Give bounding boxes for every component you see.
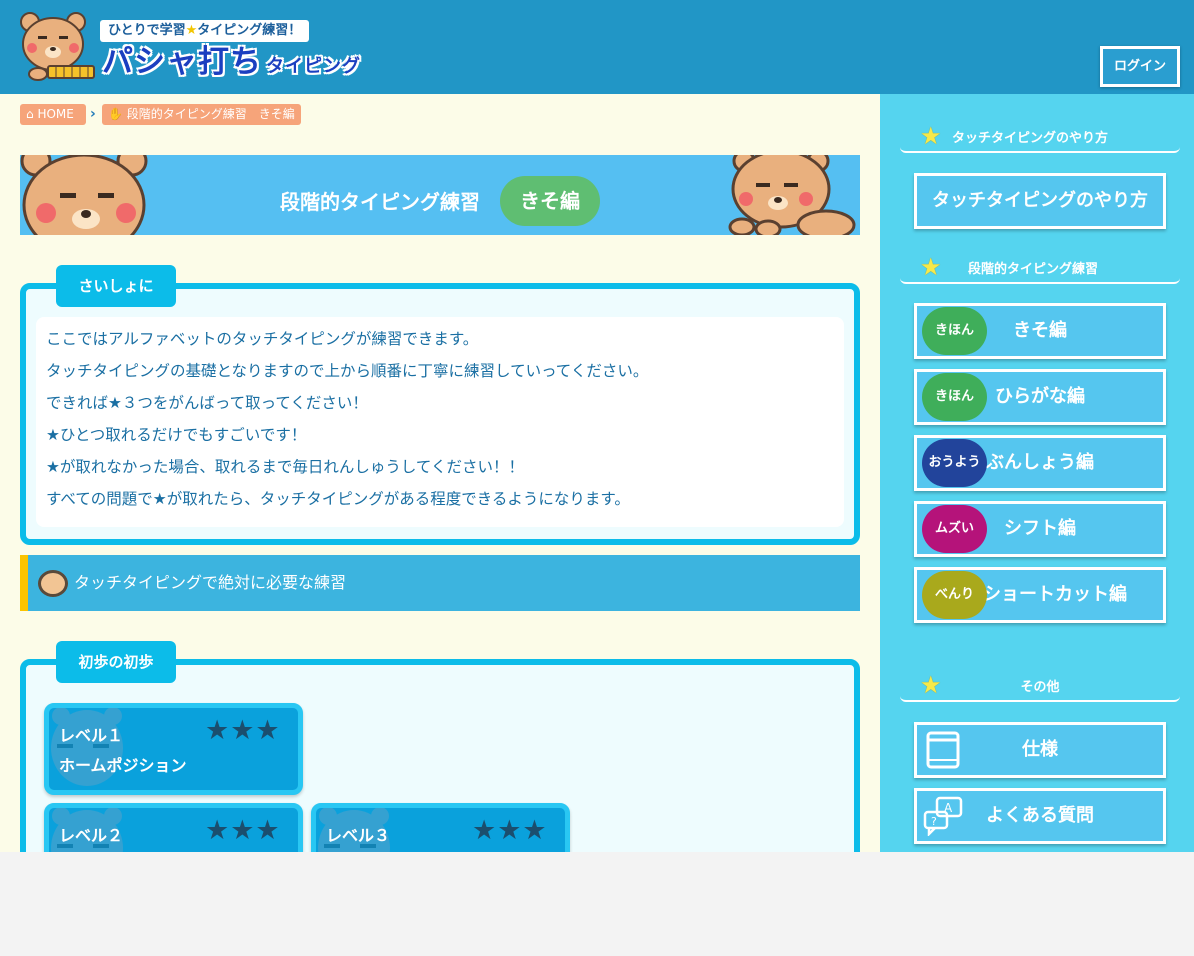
star-icon: ★	[920, 122, 942, 150]
star-icon: ★	[920, 253, 942, 281]
basics-panel-tab: 初歩の初歩	[56, 641, 176, 683]
difficulty-badge: きほん	[922, 307, 987, 355]
intro-line: ★が取れなかった場合、取れるまで毎日れんしゅうしてください！！	[46, 458, 524, 476]
bear-mascot-logo-icon	[20, 12, 95, 81]
sidebar-item-kiso[interactable]: きそ編 きほん	[914, 303, 1166, 359]
sidebar-item-shift[interactable]: シフト編 ムズい	[914, 501, 1166, 557]
sidebar-spec-button[interactable]: 仕様	[914, 722, 1166, 778]
level-number: レベル２	[59, 826, 124, 845]
level-number: レベル１	[59, 726, 124, 745]
main-content: ⌂ HOME › ✋ 段階的タイピング練習 きそ編 段階的タイピング練習 きそ編…	[0, 94, 880, 852]
sidebar-button-label: 仕様	[1022, 739, 1058, 760]
difficulty-badge: べんり	[922, 571, 987, 619]
level-card-3[interactable]: レベル３ ★★★	[311, 803, 570, 852]
intro-panel: ここではアルファベットのタッチタイピングが練習できます。 タッチタイピングの基礎…	[20, 283, 860, 545]
section-heading: タッチタイピングで絶対に必要な練習	[20, 555, 860, 611]
section-heading-text: タッチタイピングで絶対に必要な練習	[74, 573, 347, 592]
basics-panel: レベル１ ホームポジション ★★★ レベル２ ★★★ レベル３ ★★★	[20, 659, 860, 852]
level-number: レベル３	[326, 826, 391, 845]
breadcrumb-current: ✋ 段階的タイピング練習 きそ編	[102, 104, 301, 125]
difficulty-badge: ムズい	[922, 505, 987, 553]
sidebar-item-shortcut[interactable]: ショートカット編 べんり	[914, 567, 1166, 623]
level-card-2[interactable]: レベル２ ★★★	[44, 803, 303, 852]
sidebar-heading-text: 段階的タイピング練習	[968, 262, 1099, 277]
sidebar-heading-steps: ★ 段階的タイピング練習	[900, 244, 1180, 284]
intro-panel-tab: さいしょに	[56, 265, 176, 307]
bear-mascot-right-icon	[728, 155, 856, 235]
sidebar-heading-touch: ★ タッチタイピングのやり方	[900, 113, 1180, 153]
course-pill: きそ編	[500, 176, 600, 226]
sidebar: ★ タッチタイピングのやり方 タッチタイピングのやり方 ★ 段階的タイピング練習…	[880, 94, 1194, 852]
breadcrumb-home-label: HOME	[37, 107, 74, 121]
logo-title-sub: タイピング	[266, 56, 361, 77]
sidebar-touch-typing-button[interactable]: タッチタイピングのやり方	[914, 173, 1166, 229]
sidebar-button-label: タッチタイピングのやり方	[932, 190, 1148, 211]
breadcrumb-current-label: 段階的タイピング練習 きそ編	[126, 107, 295, 121]
intro-line: すべての問題で★が取れたら、タッチタイピングがある程度できるようになります。	[46, 490, 630, 508]
page-title: 段階的タイピング練習	[280, 190, 480, 214]
chevron-right-icon: ›	[90, 106, 96, 122]
star-icon: ★	[185, 23, 198, 38]
sidebar-item-bunsho[interactable]: ぶんしょう編 おうよう	[914, 435, 1166, 491]
page-viewport: ひとりで学習★タイピング練習！ パシャ打ち タイピング ログイン ⌂ HOME ›…	[0, 0, 1194, 852]
difficulty-badge: きほん	[922, 373, 987, 421]
sidebar-faq-button[interactable]: A? よくある質問	[914, 788, 1166, 844]
breadcrumb-home-link[interactable]: ⌂ HOME	[20, 104, 86, 125]
login-button[interactable]: ログイン	[1100, 46, 1180, 87]
tagline-text-2: タイピング練習！	[197, 23, 302, 38]
star-rating-icon: ★★★	[205, 815, 281, 846]
intro-text-box: ここではアルファベットのタッチタイピングが練習できます。 タッチタイピングの基礎…	[36, 317, 844, 527]
hand-icon: ✋	[108, 107, 123, 121]
difficulty-badge: おうよう	[922, 439, 987, 487]
intro-line: できれば★３つをがんばって取ってください！	[46, 394, 368, 412]
tagline-text-1: ひとりで学習	[108, 23, 186, 38]
sidebar-button-label: よくある質問	[986, 805, 1094, 826]
logo-title-main: パシャ打ち	[102, 44, 262, 80]
sidebar-item-hiragana[interactable]: ひらがな編 きほん	[914, 369, 1166, 425]
intro-line: ★ひとつ取れるだけでもすごいです！	[46, 426, 307, 444]
home-icon: ⌂	[26, 107, 34, 121]
sidebar-heading-text: タッチタイピングのやり方	[952, 131, 1109, 146]
star-rating-icon: ★★★	[472, 815, 548, 846]
page-hero-banner: 段階的タイピング練習 きそ編	[20, 155, 860, 235]
level-name: ホームポジション	[59, 756, 187, 775]
star-rating-icon: ★★★	[205, 715, 281, 746]
bear-mascot-left-icon	[20, 155, 148, 235]
intro-line: ここではアルファベットのタッチタイピングが練習できます。	[46, 330, 479, 348]
sidebar-heading-text: その他	[1020, 680, 1060, 695]
site-logo-title[interactable]: パシャ打ち タイピング	[102, 42, 361, 87]
level-card-1[interactable]: レベル１ ホームポジション ★★★	[44, 703, 303, 795]
intro-line: タッチタイピングの基礎となりますので上から順番に丁寧に練習していってください。	[46, 362, 649, 380]
bear-face-icon	[38, 570, 68, 597]
logo-tagline: ひとりで学習★タイピング練習！	[100, 20, 310, 42]
site-header: ひとりで学習★タイピング練習！ パシャ打ち タイピング ログイン	[0, 0, 1194, 94]
sidebar-heading-other: ★ その他	[900, 662, 1180, 702]
